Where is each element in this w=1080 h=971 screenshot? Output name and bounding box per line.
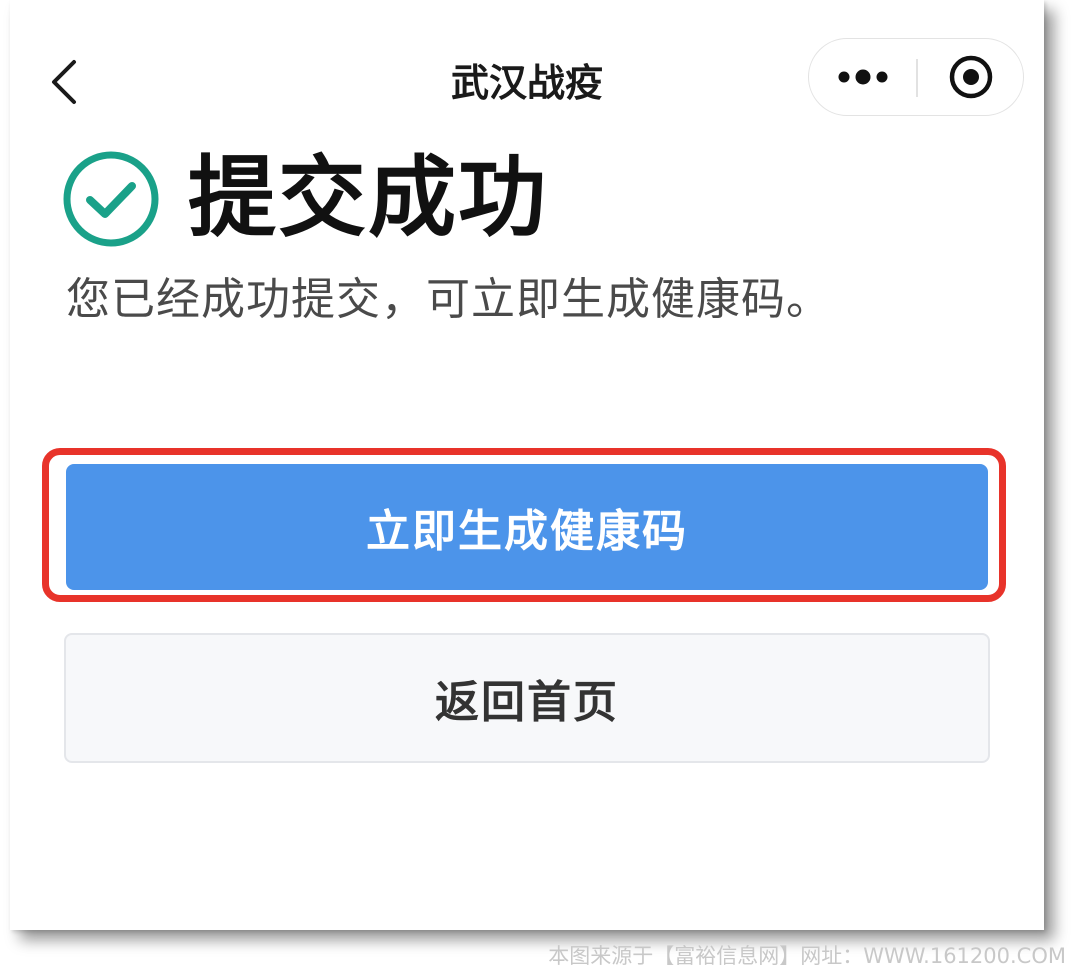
generate-health-code-button[interactable]: 立即生成健康码 <box>66 464 988 590</box>
navigation-bar: 武汉战疫 <box>10 0 1044 160</box>
success-title: 提交成功 <box>188 146 549 249</box>
target-close-icon <box>949 55 992 99</box>
success-description: 您已经成功提交，可立即生成健康码。 <box>66 274 831 325</box>
close-button[interactable] <box>918 39 1023 115</box>
back-to-home-button[interactable]: 返回首页 <box>64 633 990 763</box>
check-circle-icon <box>63 151 159 247</box>
watermark-text: 本图来源于【富裕信息网】网址：WWW.161200.COM <box>548 944 1066 968</box>
more-button[interactable] <box>809 39 916 115</box>
mini-program-page: 武汉战疫 提交成功 您已经成功提交，可立即生成健康码。 立即生成健康码 返回首页 <box>10 0 1044 930</box>
more-dots-icon <box>838 69 887 85</box>
capsule-menu <box>808 38 1024 116</box>
